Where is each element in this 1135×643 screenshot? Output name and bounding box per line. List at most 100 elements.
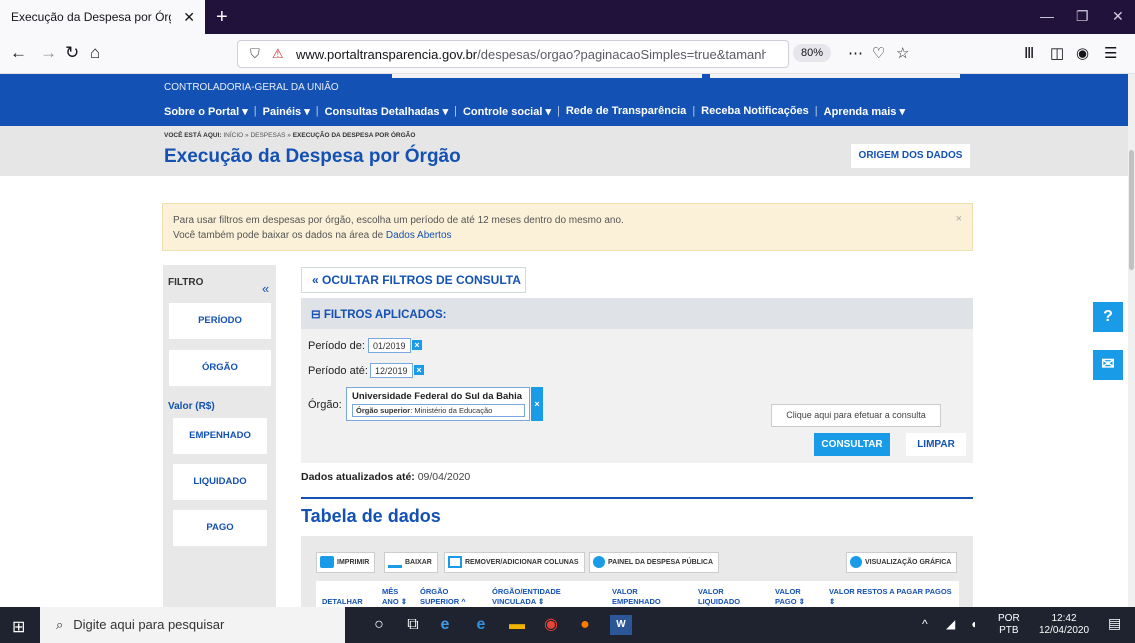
agency-name: CONTROLADORIA-GERAL DA UNIÃO bbox=[164, 82, 339, 93]
tab-title: Execução da Despesa por Órgã bbox=[11, 10, 171, 24]
col-orgao-superior[interactable]: ÓRGÃO SUPERIOR ^ bbox=[420, 587, 466, 607]
help-icon[interactable]: ? bbox=[1093, 302, 1123, 332]
clock[interactable]: 12:42 12/04/2020 bbox=[1034, 613, 1094, 637]
visualizacao-grafica-button[interactable]: VISUALIZAÇÃO GRÁFICA bbox=[846, 552, 958, 573]
mail-icon[interactable]: ✉ bbox=[1093, 350, 1123, 380]
network-icon[interactable]: ◢ bbox=[946, 618, 955, 630]
consultar-tooltip: Clique aqui para efetuar a consulta bbox=[771, 404, 941, 427]
hide-filters-button[interactable]: « OCULTAR FILTROS DE CONSULTA bbox=[301, 267, 526, 293]
alert-line-1: Para usar filtros em despesas por órgão,… bbox=[173, 215, 624, 226]
col-restos-pagos[interactable]: VALOR RESTOS A PAGAR PAGOS ⇕ bbox=[829, 587, 959, 607]
orgao-label: Órgão: bbox=[308, 399, 342, 411]
consultar-button[interactable]: CONSULTAR bbox=[814, 433, 890, 456]
pocket-icon[interactable]: ♡ bbox=[872, 44, 885, 62]
dados-abertos-link[interactable]: Dados Abertos bbox=[386, 230, 452, 241]
nav-consultas[interactable]: Consultas Detalhadas ▾ bbox=[325, 105, 449, 118]
filter-orgao-button[interactable]: ÓRGÃO bbox=[169, 350, 271, 386]
new-tab-button[interactable]: + bbox=[216, 6, 228, 29]
filter-liquidado-button[interactable]: LIQUIDADO bbox=[173, 464, 267, 500]
firefox-icon[interactable]: ● bbox=[574, 615, 596, 635]
chart-icon bbox=[850, 556, 862, 569]
limpar-button[interactable]: LIMPAR bbox=[906, 433, 966, 456]
columns-icon bbox=[448, 556, 462, 569]
periodo-ate-chip: 12/2019 bbox=[370, 363, 413, 378]
nav-notificacoes[interactable]: Receba Notificações bbox=[701, 105, 809, 117]
periodo-ate-label: Período até: bbox=[308, 365, 368, 377]
screen: Execução da Despesa por Órgã ✕ + — ❐ ✕ ←… bbox=[0, 0, 1135, 643]
chrome-icon[interactable]: ◉ bbox=[540, 615, 562, 635]
remove-periodo-de-icon[interactable]: × bbox=[412, 340, 422, 350]
filter-empenhado-button[interactable]: EMPENHADO bbox=[173, 418, 267, 454]
file-explorer-icon[interactable]: ▬ bbox=[506, 615, 528, 635]
scrollbar-thumb[interactable] bbox=[1129, 150, 1134, 270]
browser-tab[interactable]: Execução da Despesa por Órgã ✕ bbox=[0, 0, 205, 34]
bookmark-star-icon[interactable]: ☆ bbox=[896, 44, 909, 62]
sidebar-icon[interactable]: ◫ bbox=[1050, 44, 1064, 62]
library-icon[interactable]: Ⅲ bbox=[1024, 44, 1034, 62]
account-icon[interactable]: ◉ bbox=[1076, 44, 1089, 62]
section-divider bbox=[301, 497, 973, 499]
filter-title: FILTRO bbox=[168, 277, 204, 288]
col-mes-ano[interactable]: MÊS ANO ⇕ bbox=[382, 587, 412, 607]
shield-icon[interactable]: ⛉ bbox=[250, 46, 260, 62]
restore-icon[interactable]: ❐ bbox=[1076, 8, 1089, 25]
imprimir-button[interactable]: IMPRIMIR bbox=[316, 552, 376, 573]
main-nav: Sobre o Portal ▾ | Painéis ▾ | Consultas D… bbox=[164, 105, 905, 118]
reload-icon[interactable]: ↻ bbox=[65, 43, 79, 63]
applied-filters-header[interactable]: ⊟ FILTROS APLICADOS: bbox=[301, 298, 973, 329]
windows-taskbar: ⊞ ⌕ Digite aqui para pesquisar ○ ⧉ e e ▬ … bbox=[0, 607, 1135, 643]
print-icon bbox=[320, 556, 334, 569]
col-detalhar[interactable]: DETALHAR bbox=[322, 597, 363, 607]
edge-icon[interactable]: e bbox=[470, 615, 492, 635]
search-box-edge-2 bbox=[710, 74, 960, 78]
zoom-level[interactable]: 80% bbox=[793, 44, 832, 62]
nav-rede[interactable]: Rede de Transparência bbox=[566, 105, 686, 117]
page-actions-icon[interactable]: ⋯ bbox=[848, 44, 863, 62]
menu-icon[interactable]: ☰ bbox=[1104, 44, 1117, 62]
url-bar[interactable]: ⛉ ⚠ www.portaltransparencia.gov.br/despe… bbox=[237, 40, 789, 68]
forward-icon[interactable]: → bbox=[40, 43, 57, 63]
tab-close-icon[interactable]: ✕ bbox=[183, 9, 195, 26]
home-icon[interactable]: ⌂ bbox=[90, 43, 100, 63]
remove-periodo-ate-icon[interactable]: × bbox=[414, 365, 424, 375]
url-text[interactable]: www.portaltransparencia.gov.br/despesas/… bbox=[296, 47, 766, 62]
edge-legacy-icon[interactable]: e bbox=[434, 615, 456, 635]
back-icon[interactable]: ← bbox=[10, 43, 27, 63]
gov-header: CONTROLADORIA-GERAL DA UNIÃO Sobre o Por… bbox=[0, 74, 1128, 126]
baixar-button[interactable]: BAIXAR bbox=[384, 552, 438, 573]
alert-close-icon[interactable]: × bbox=[956, 212, 962, 227]
valor-label: Valor (R$) bbox=[168, 401, 215, 412]
volume-icon[interactable]: ◖ bbox=[970, 618, 977, 630]
nav-paineis[interactable]: Painéis ▾ bbox=[263, 105, 310, 118]
orgao-superior: Órgão superior: Ministério da Educação bbox=[352, 404, 525, 417]
insecure-lock-icon[interactable]: ⚠ bbox=[272, 46, 284, 62]
nav-controle-social[interactable]: Controle social ▾ bbox=[463, 105, 551, 118]
nav-sobre[interactable]: Sobre o Portal ▾ bbox=[164, 105, 248, 118]
origem-dos-dados-button[interactable]: ORIGEM DOS DADOS bbox=[851, 144, 970, 168]
browser-tab-bar: Execução da Despesa por Órgã ✕ + — ❐ ✕ bbox=[0, 0, 1135, 34]
window-close-icon[interactable]: ✕ bbox=[1112, 8, 1124, 25]
task-view-icon[interactable]: ⧉ bbox=[402, 615, 424, 635]
cortana-icon[interactable]: ○ bbox=[368, 615, 390, 635]
filter-pago-button[interactable]: PAGO bbox=[173, 510, 267, 546]
tray-arrow-icon[interactable]: ^ bbox=[922, 618, 928, 630]
painel-button[interactable]: PAINEL DA DESPESA PÚBLICA bbox=[589, 552, 720, 573]
browser-nav-bar: ← → ↻ ⌂ ⛉ ⚠ www.portaltransparencia.gov.… bbox=[0, 34, 1135, 74]
word-icon[interactable]: W bbox=[610, 615, 632, 635]
filter-sidebar: FILTRO « PERÍODO ÓRGÃO Valor (R$) EMPENH… bbox=[163, 265, 276, 643]
orgao-chip: Universidade Federal do Sul da Bahia Órg… bbox=[346, 387, 530, 421]
minimize-icon[interactable]: — bbox=[1040, 8, 1054, 24]
colunas-button[interactable]: REMOVER/ADICIONAR COLUNAS bbox=[444, 552, 585, 573]
language-indicator[interactable]: POR PTB bbox=[998, 613, 1020, 637]
col-orgao-entidade[interactable]: ÓRGÃO/ENTIDADE VINCULADA ⇕ bbox=[492, 587, 574, 607]
remove-orgao-icon[interactable]: × bbox=[531, 387, 543, 421]
nav-aprenda[interactable]: Aprenda mais ▾ bbox=[824, 105, 905, 118]
periodo-de-label: Período de: bbox=[308, 340, 365, 352]
windows-start-icon[interactable]: ⊞ bbox=[12, 617, 25, 637]
col-valor-pago[interactable]: VALOR PAGO ⇕ bbox=[775, 587, 809, 607]
collapse-icon[interactable]: « bbox=[262, 281, 269, 296]
taskbar-search[interactable]: ⌕ Digite aqui para pesquisar bbox=[40, 607, 345, 643]
notifications-icon[interactable]: ▤ bbox=[1108, 616, 1121, 630]
filter-periodo-button[interactable]: PERÍODO bbox=[169, 303, 271, 339]
search-box-edge bbox=[392, 74, 702, 78]
